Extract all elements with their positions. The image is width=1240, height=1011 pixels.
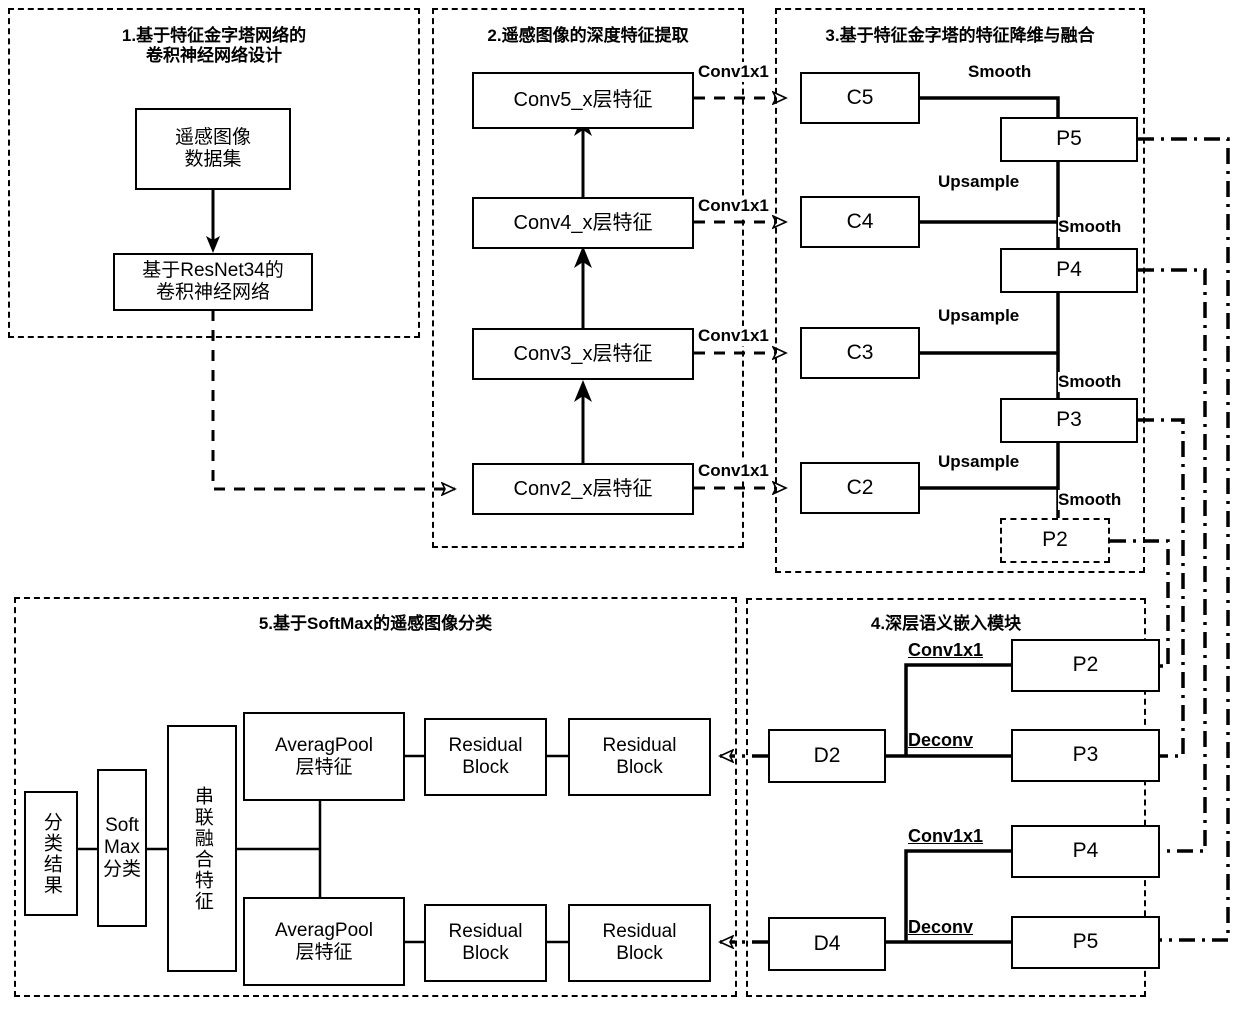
panel-1-title: 1.基于特征金字塔网络的 卷积神经网络设计 (121, 26, 307, 66)
c5-box: C5 (800, 72, 920, 124)
p3-output-box: P3 (1011, 729, 1160, 782)
d4-box: D4 (768, 917, 886, 971)
p5-box: P5 (1000, 117, 1138, 162)
average-pool-box-bottom: AveragPool 层特征 (243, 897, 405, 986)
c4-box: C4 (800, 196, 920, 248)
conv1x1-label-c3: Conv1x1 (698, 326, 769, 346)
upsample-label-1: Upsample (938, 172, 1020, 192)
smooth-label-p3: Smooth (1058, 372, 1122, 392)
p4-box: P4 (1000, 248, 1138, 293)
classification-result-box: 分类结果 (24, 791, 78, 916)
smooth-label-p4: Smooth (1058, 217, 1122, 237)
concat-fusion-feature-box: 串联融合特征 (167, 725, 237, 972)
conv1x1-label-c5: Conv1x1 (698, 62, 769, 82)
upsample-label-3: Upsample (938, 452, 1020, 472)
conv5x-feature-box: Conv5_x层特征 (472, 72, 694, 129)
average-pool-box-top: AveragPool 层特征 (243, 712, 405, 801)
panel-4-title: 4.深层语义嵌入模块 (870, 614, 1022, 633)
p4-output-box: P4 (1011, 825, 1160, 878)
p2-output-box: P2 (1011, 639, 1160, 692)
smooth-label-p5: Smooth (968, 62, 1032, 82)
deconv-label-p3: Deconv (908, 730, 974, 751)
panel-3-title: 3.基于特征金字塔的特征降维与融合 (825, 26, 1095, 45)
residual-block-bottom-1: Residual Block (424, 904, 547, 982)
resnet34-backbone-box: 基于ResNet34的 卷积神经网络 (113, 253, 313, 311)
c3-box: C3 (800, 327, 920, 379)
p2-box: P2 (1000, 518, 1110, 563)
residual-block-top-2: Residual Block (568, 718, 711, 796)
conv1x1-label-p4: Conv1x1 (908, 826, 984, 847)
residual-block-bottom-2: Residual Block (568, 904, 711, 982)
conv1x1-label-c4: Conv1x1 (698, 196, 769, 216)
conv2x-feature-box: Conv2_x层特征 (472, 463, 694, 515)
d2-box: D2 (768, 729, 886, 783)
diagram-canvas: 1.基于特征金字塔网络的 卷积神经网络设计 遥感图像 数据集 基于ResNet3… (0, 0, 1240, 1011)
panel-5-title: 5.基于SoftMax的遥感图像分类 (258, 614, 493, 633)
smooth-label-p2: Smooth (1058, 490, 1122, 510)
conv4x-feature-box: Conv4_x层特征 (472, 197, 694, 249)
upsample-label-2: Upsample (938, 306, 1020, 326)
conv1x1-label-p2: Conv1x1 (908, 640, 984, 661)
softmax-classifier-box: Soft Max 分类 (97, 769, 147, 927)
residual-block-top-1: Residual Block (424, 718, 547, 796)
p3-box: P3 (1000, 398, 1138, 443)
c2-box: C2 (800, 462, 920, 514)
p5-output-box: P5 (1011, 916, 1160, 969)
panel-2-title: 2.遥感图像的深度特征提取 (487, 26, 689, 45)
conv3x-feature-box: Conv3_x层特征 (472, 328, 694, 380)
conv1x1-label-c2: Conv1x1 (698, 461, 769, 481)
deconv-label-p5: Deconv (908, 917, 974, 938)
dataset-box: 遥感图像 数据集 (135, 108, 291, 190)
